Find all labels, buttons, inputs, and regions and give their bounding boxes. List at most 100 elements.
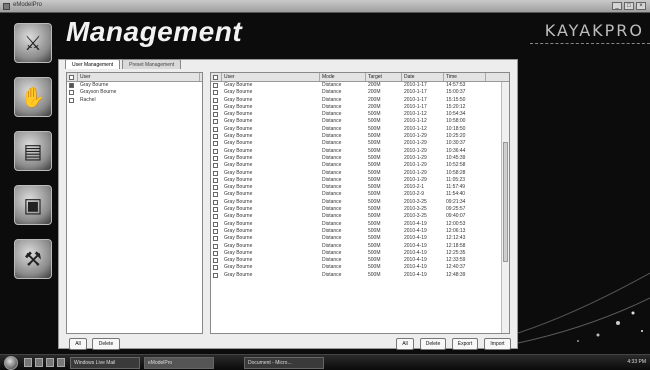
table-row[interactable]: Gray Bourne Distance 500M 2010-1-12 10:58:00 bbox=[211, 118, 509, 125]
row-checkbox-cell[interactable] bbox=[211, 177, 222, 184]
row-checkbox[interactable] bbox=[213, 258, 218, 264]
row-checkbox[interactable] bbox=[213, 141, 218, 147]
row-checkbox-cell[interactable] bbox=[211, 170, 222, 177]
quicklaunch-icon-4[interactable] bbox=[57, 358, 65, 367]
table-row[interactable]: Gray Bourne Distance 500M 2010-4-19 12:40:37 bbox=[211, 264, 509, 271]
table-row[interactable]: Gray Bourne Distance 200M 2010-1-17 15:20:12 bbox=[211, 104, 509, 111]
row-checkbox[interactable] bbox=[213, 265, 218, 271]
row-checkbox-cell[interactable] bbox=[211, 82, 222, 89]
table-row[interactable]: Gray Bourne Distance 500M 2010-1-29 10:30:37 bbox=[211, 140, 509, 147]
row-checkbox-cell[interactable] bbox=[211, 148, 222, 155]
row-checkbox-cell[interactable] bbox=[211, 213, 222, 220]
table-row[interactable]: Gray Bourne Distance 500M 2010-4-19 12:06:13 bbox=[211, 228, 509, 235]
sessions-scroll-thumb[interactable] bbox=[503, 142, 508, 262]
table-row[interactable]: Gray Bourne Distance 500M 2010-1-12 10:54:34 bbox=[211, 111, 509, 118]
table-row[interactable]: Gray Bourne Distance 200M 2010-1-17 14:57:53 bbox=[211, 82, 509, 89]
table-row[interactable]: Gray Bourne Distance 500M 2010-3-25 09:21:34 bbox=[211, 199, 509, 206]
table-row[interactable]: Gray Bourne Distance 500M 2010-4-19 12:18:58 bbox=[211, 243, 509, 250]
col-user[interactable]: User bbox=[222, 73, 320, 81]
row-checkbox-cell[interactable] bbox=[211, 228, 222, 235]
row-checkbox-cell[interactable] bbox=[211, 272, 222, 279]
row-checkbox-cell[interactable] bbox=[211, 243, 222, 250]
row-checkbox[interactable] bbox=[213, 90, 218, 96]
sessions-delete-button[interactable]: Delete bbox=[420, 338, 446, 350]
tab-user-management[interactable]: User Management bbox=[65, 59, 121, 69]
export-button[interactable]: Export bbox=[452, 338, 478, 350]
table-row[interactable]: Gray Bourne Distance 500M 2010-1-29 10:36:44 bbox=[211, 148, 509, 155]
table-row[interactable]: Gray Bourne Distance 500M 2010-2-9 11:54:40 bbox=[211, 191, 509, 198]
row-checkbox[interactable] bbox=[213, 97, 218, 103]
row-checkbox-cell[interactable] bbox=[211, 118, 222, 125]
row-checkbox[interactable] bbox=[213, 207, 218, 213]
user-checkbox-cell[interactable] bbox=[67, 82, 78, 89]
table-row[interactable]: Gray Bourne Distance 500M 2010-1-29 10:52:58 bbox=[211, 162, 509, 169]
user-row[interactable]: Gray Bourne bbox=[67, 82, 202, 89]
row-checkbox-cell[interactable] bbox=[211, 104, 222, 111]
table-row[interactable]: Gray Bourne Distance 500M 2010-4-19 12:48:39 bbox=[211, 272, 509, 279]
taskbar-item-document[interactable]: Document - Micro... bbox=[244, 357, 324, 369]
col-target[interactable]: Target bbox=[366, 73, 402, 81]
user-row[interactable]: Grayson Bourne bbox=[67, 89, 202, 96]
close-button[interactable]: × bbox=[636, 2, 646, 10]
row-checkbox[interactable] bbox=[213, 119, 218, 125]
sessions-scrollbar[interactable] bbox=[501, 82, 509, 333]
col-date[interactable]: Date bbox=[402, 73, 444, 81]
row-checkbox-cell[interactable] bbox=[211, 199, 222, 206]
nav-hand-button[interactable]: ✋ bbox=[14, 77, 52, 117]
row-checkbox[interactable] bbox=[213, 236, 218, 242]
quicklaunch-icon-3[interactable] bbox=[46, 358, 54, 367]
user-checkbox[interactable] bbox=[69, 83, 74, 88]
table-row[interactable]: Gray Bourne Distance 200M 2010-1-17 15:15:50 bbox=[211, 97, 509, 104]
tab-preset-management[interactable]: Preset Management bbox=[122, 59, 182, 69]
taskbar-item-mail[interactable]: Windows Live Mail bbox=[70, 357, 140, 369]
quicklaunch-icon-1[interactable] bbox=[24, 358, 32, 367]
row-checkbox[interactable] bbox=[213, 177, 218, 183]
row-checkbox-cell[interactable] bbox=[211, 155, 222, 162]
maximize-button[interactable]: □ bbox=[624, 2, 634, 10]
row-checkbox[interactable] bbox=[213, 126, 218, 132]
row-checkbox-cell[interactable] bbox=[211, 184, 222, 191]
row-checkbox[interactable] bbox=[213, 250, 218, 256]
sessions-select-all-cell[interactable] bbox=[211, 73, 222, 81]
row-checkbox-cell[interactable] bbox=[211, 221, 222, 228]
col-time[interactable]: Time bbox=[444, 73, 486, 81]
row-checkbox-cell[interactable] bbox=[211, 191, 222, 198]
row-checkbox-cell[interactable] bbox=[211, 206, 222, 213]
sessions-table[interactable]: User Mode Target Date Time Gray Bourne Di… bbox=[210, 72, 510, 334]
users-all-button[interactable]: All bbox=[69, 338, 87, 350]
user-checkbox[interactable] bbox=[69, 90, 74, 96]
users-list[interactable]: User Gray Bourne Grayson Bourne Rachel bbox=[66, 72, 203, 334]
table-row[interactable]: Gray Bourne Distance 500M 2010-4-19 12:33:59 bbox=[211, 257, 509, 264]
table-row[interactable]: Gray Bourne Distance 500M 2010-2-1 11:57:49 bbox=[211, 184, 509, 191]
row-checkbox[interactable] bbox=[213, 134, 218, 140]
row-checkbox-cell[interactable] bbox=[211, 126, 222, 133]
row-checkbox[interactable] bbox=[213, 104, 218, 110]
table-row[interactable]: Gray Bourne Distance 500M 2010-3-25 09:40:07 bbox=[211, 213, 509, 220]
row-checkbox-cell[interactable] bbox=[211, 140, 222, 147]
row-checkbox[interactable] bbox=[213, 228, 218, 234]
row-checkbox[interactable] bbox=[213, 185, 218, 191]
row-checkbox[interactable] bbox=[213, 243, 218, 249]
sessions-select-all-checkbox[interactable] bbox=[213, 75, 218, 80]
row-checkbox[interactable] bbox=[213, 170, 218, 176]
row-checkbox[interactable] bbox=[213, 148, 218, 154]
row-checkbox-cell[interactable] bbox=[211, 162, 222, 169]
table-row[interactable]: Gray Bourne Distance 500M 2010-1-29 10:45:39 bbox=[211, 155, 509, 162]
nav-tools-button[interactable]: ⚒ bbox=[14, 239, 52, 279]
sessions-all-button[interactable]: All bbox=[396, 338, 414, 350]
row-checkbox-cell[interactable] bbox=[211, 264, 222, 271]
row-checkbox[interactable] bbox=[213, 83, 218, 88]
quicklaunch-icon-2[interactable] bbox=[35, 358, 43, 367]
users-delete-button[interactable]: Delete bbox=[92, 338, 120, 350]
table-row[interactable]: Gray Bourne Distance 500M 2010-1-29 11:05:23 bbox=[211, 177, 509, 184]
row-checkbox[interactable] bbox=[213, 112, 218, 118]
nav-rowing-button[interactable]: ⚔ bbox=[14, 23, 52, 63]
row-checkbox-cell[interactable] bbox=[211, 235, 222, 242]
table-row[interactable]: Gray Bourne Distance 500M 2010-4-19 12:25:35 bbox=[211, 250, 509, 257]
users-select-all-checkbox[interactable] bbox=[69, 75, 74, 80]
col-mode[interactable]: Mode bbox=[320, 73, 366, 81]
minimize-button[interactable]: _ bbox=[612, 2, 622, 10]
row-checkbox[interactable] bbox=[213, 192, 218, 198]
table-row[interactable]: Gray Bourne Distance 200M 2010-1-17 15:00:37 bbox=[211, 89, 509, 96]
user-checkbox-cell[interactable] bbox=[67, 97, 78, 104]
